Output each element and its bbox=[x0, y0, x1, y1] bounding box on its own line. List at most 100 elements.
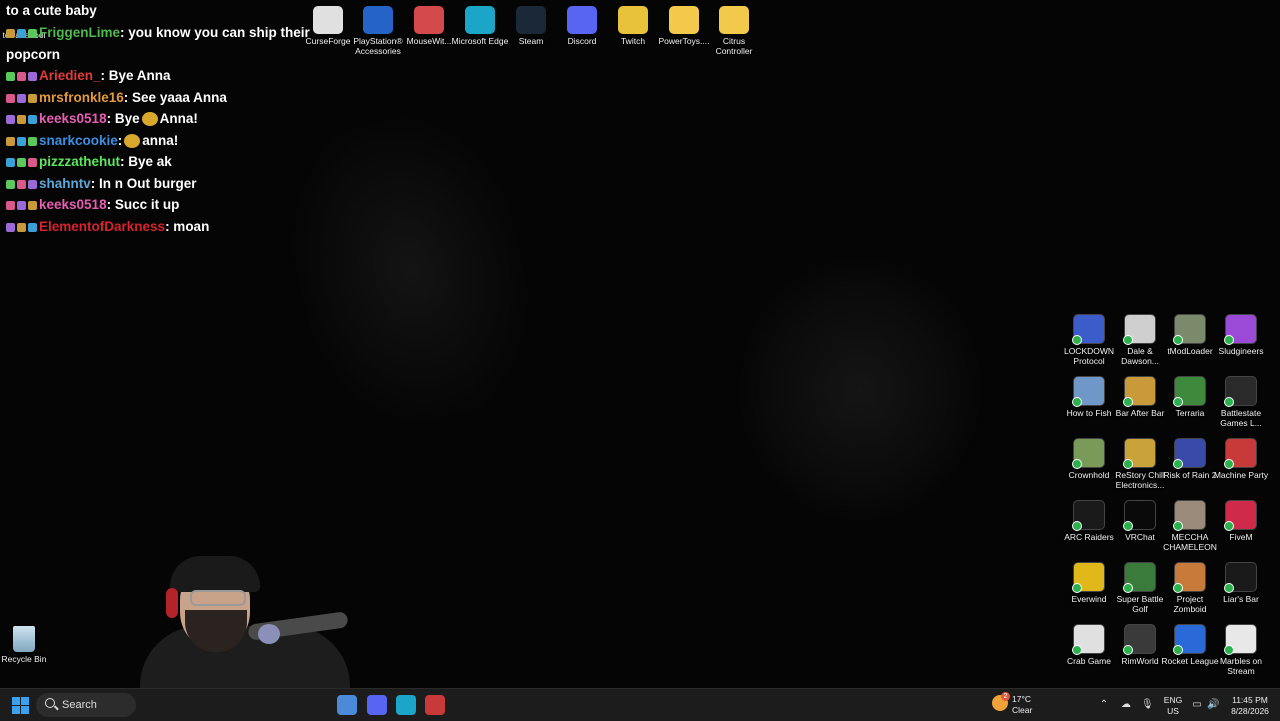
chat-text: : In n Out burger bbox=[90, 176, 197, 191]
chat-badge-icon bbox=[17, 180, 26, 190]
chat-message: pizzzathehut: Bye ak bbox=[6, 152, 172, 172]
network-icon[interactable]: ▭ bbox=[1191, 699, 1203, 711]
desktop-icon-battlestate[interactable]: Battlestate Games L... bbox=[1211, 376, 1271, 428]
chat-badge-icon bbox=[6, 137, 15, 147]
discord-icon bbox=[567, 6, 597, 34]
liars-bar-icon bbox=[1224, 562, 1257, 593]
shortcut-check-icon bbox=[1224, 335, 1234, 345]
wallpaper-shape bbox=[266, 97, 554, 443]
chat-text: popcorn bbox=[6, 47, 60, 62]
edge-taskbar-icon[interactable] bbox=[396, 695, 416, 715]
desktop-icon-folder-9[interactable]: Citrus Controller bbox=[704, 6, 764, 56]
chat-badge-icon bbox=[28, 29, 37, 39]
chat-badge-icon bbox=[17, 94, 26, 104]
desktop-icon-label: Battlestate Games L... bbox=[1220, 408, 1262, 428]
chat-text: anna! bbox=[142, 133, 179, 148]
chat-badge-icon bbox=[6, 158, 15, 168]
desktop-icon-label: Recycle Bin bbox=[1, 654, 47, 664]
edge-icon bbox=[465, 6, 495, 34]
everwind-icon bbox=[1072, 562, 1105, 593]
playstation-icon bbox=[363, 6, 393, 34]
shortcut-check-icon bbox=[1224, 521, 1234, 531]
desktop-icon-machine-party[interactable]: Machine Party bbox=[1211, 438, 1271, 480]
discord-taskbar-icon[interactable] bbox=[367, 695, 387, 715]
webcam-person bbox=[140, 626, 350, 690]
obs-icon[interactable] bbox=[425, 695, 445, 715]
desktop-icon-recycle-bin[interactable]: Recycle Bin bbox=[0, 626, 54, 664]
volume-icon[interactable]: 🔊 bbox=[1207, 699, 1219, 711]
shortcut-check-icon bbox=[1123, 459, 1133, 469]
recycle-bin-icon bbox=[13, 626, 35, 652]
headphones bbox=[166, 588, 178, 618]
start-button[interactable] bbox=[12, 697, 29, 714]
chat-text: : Succ it up bbox=[106, 197, 180, 212]
restory-icon bbox=[1123, 438, 1156, 469]
taskbar: Search 2 17°C Clear ⌃ ☁ 🎙 ENG US ▭ 🔊 11:… bbox=[0, 688, 1280, 721]
chat-badge-icon bbox=[28, 158, 37, 168]
steam-icon bbox=[516, 6, 546, 34]
rimworld-icon bbox=[1123, 624, 1156, 655]
chat-username: snarkcookie bbox=[39, 133, 118, 148]
chevron-up-icon[interactable]: ⌃ bbox=[1098, 699, 1110, 711]
desktop-icon-marbles[interactable]: Marbles on Stream bbox=[1211, 624, 1271, 676]
chat-badges bbox=[6, 88, 39, 108]
chat-username: shahntv bbox=[39, 176, 91, 191]
chat-username: keeks0518 bbox=[39, 111, 107, 126]
desktop-icon-liars-bar[interactable]: Liar's Bar bbox=[1211, 562, 1271, 604]
chat-username: Ariedien_ bbox=[39, 68, 101, 83]
shortcut-check-icon bbox=[1224, 459, 1234, 469]
chat-badges bbox=[6, 131, 39, 151]
chrome-icon[interactable] bbox=[337, 695, 357, 715]
desktop-icon-label: Machine Party bbox=[1213, 470, 1269, 480]
microphone bbox=[258, 624, 280, 644]
chat-badges bbox=[6, 152, 39, 172]
chat-badge-icon bbox=[6, 180, 15, 190]
chat-message: keeks0518: Bye Anna! bbox=[6, 109, 198, 129]
shortcut-check-icon bbox=[1072, 397, 1082, 407]
chat-badges bbox=[6, 109, 39, 129]
chat-text: : bbox=[117, 133, 123, 148]
folder-icon bbox=[618, 6, 648, 34]
clock-time[interactable]: 11:45 PM bbox=[1222, 695, 1278, 705]
chat-text: : See yaaa Anna bbox=[123, 90, 227, 105]
crownhold-icon bbox=[1072, 438, 1105, 469]
chat-username: ElementofDarkness bbox=[39, 219, 166, 234]
taskbar-search-box[interactable]: Search bbox=[36, 693, 136, 717]
crab-game-icon bbox=[1072, 624, 1105, 655]
printer-icon bbox=[1123, 314, 1156, 345]
shortcut-check-icon bbox=[1123, 521, 1133, 531]
chat-badge-icon bbox=[17, 201, 26, 211]
chat-badges bbox=[6, 217, 39, 237]
battlestate-icon bbox=[1224, 376, 1257, 407]
onedrive-icon[interactable]: ☁ bbox=[1120, 699, 1132, 711]
chat-message: popcorn bbox=[6, 45, 60, 65]
chat-badges bbox=[6, 23, 39, 43]
chat-username: FriggenLime bbox=[39, 25, 121, 40]
shortcut-check-icon bbox=[1072, 645, 1082, 655]
tree-icon bbox=[1173, 376, 1206, 407]
chat-badge-icon bbox=[28, 201, 37, 211]
chat-text: : moan bbox=[165, 219, 210, 234]
shortcut-check-icon bbox=[1123, 335, 1133, 345]
folder-icon bbox=[414, 6, 444, 34]
shortcut-check-icon bbox=[1224, 645, 1234, 655]
folder-icon bbox=[669, 6, 699, 34]
chat-username: pizzzathehut bbox=[39, 154, 120, 169]
shortcut-check-icon bbox=[1072, 335, 1082, 345]
risk-of-rain-icon bbox=[1173, 438, 1206, 469]
chat-badge-icon bbox=[17, 72, 26, 82]
language-region[interactable]: US bbox=[1162, 706, 1184, 716]
chat-message: shahntv: In n Out burger bbox=[6, 174, 197, 194]
chameleon-icon bbox=[1173, 500, 1206, 531]
shortcut-check-icon bbox=[1173, 521, 1183, 531]
chat-message: mrsfronkle16: See yaaa Anna bbox=[6, 88, 227, 108]
weather-desc: Clear bbox=[1012, 705, 1033, 715]
machine-party-icon bbox=[1224, 438, 1257, 469]
desktop-icon-fivem[interactable]: FiveM bbox=[1211, 500, 1271, 542]
microphone-icon[interactable]: 🎙 bbox=[1141, 699, 1154, 711]
language-code[interactable]: ENG bbox=[1162, 695, 1184, 705]
clock-date[interactable]: 8/28/2026 bbox=[1222, 706, 1278, 716]
desktop-icon-sludge[interactable]: Sludgineers bbox=[1211, 314, 1271, 356]
chat-badge-icon bbox=[6, 29, 15, 39]
chat-text: Anna! bbox=[159, 111, 198, 126]
